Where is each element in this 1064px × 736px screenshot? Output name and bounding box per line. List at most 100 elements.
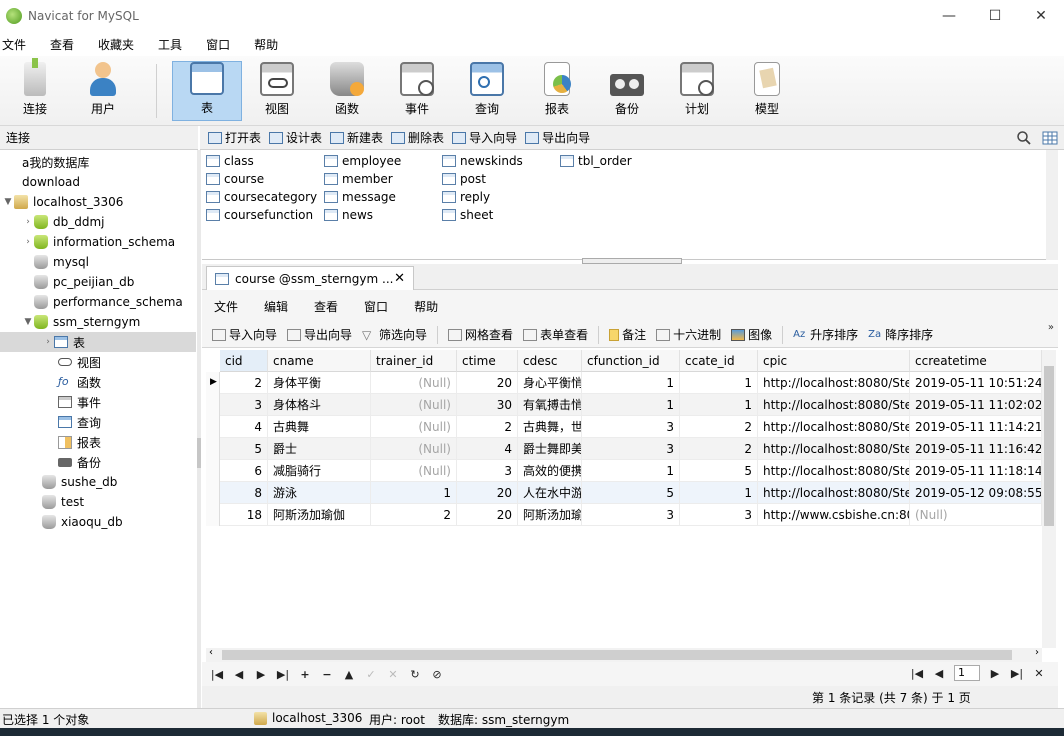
grid-cell-cdesc[interactable]: 有氧搏击悄 <box>518 394 582 416</box>
grid-cell-ccreatetime[interactable]: 2019-05-11 10:51:24 <box>910 372 1042 394</box>
grid-cell-ccate-id[interactable]: 1 <box>680 372 758 394</box>
scrollbar-thumb[interactable] <box>1044 366 1054 526</box>
tree-item-db-ddmj[interactable]: › db_ddmj <box>22 212 105 232</box>
row-indicator[interactable]: ▶ <box>206 372 220 394</box>
grid-cell-cid[interactable]: 4 <box>220 416 268 438</box>
new-table-button[interactable]: 新建表 <box>330 129 383 146</box>
grid-cell-cid[interactable]: 2 <box>220 372 268 394</box>
column-header-trainer-id[interactable]: trainer_id <box>371 350 457 372</box>
grid-cell-cpic[interactable]: http://localhost:8080/Ster <box>758 416 910 438</box>
tree-item-information-schema[interactable]: › information_schema <box>22 232 175 252</box>
toolbar-query-button[interactable]: 查询 <box>452 61 522 121</box>
tree-item-queries[interactable]: 查询 <box>58 412 101 432</box>
grid-cell-trainer-id[interactable]: (Null) <box>371 460 457 482</box>
grid-cell-cpic[interactable]: http://localhost:8080/Ster <box>758 372 910 394</box>
tree-item-reports[interactable]: 报表 <box>58 432 101 452</box>
grid-view-button[interactable]: 网格查看 <box>448 326 513 343</box>
grid-cell-ccreatetime[interactable]: 2019-05-11 11:02:02 <box>910 394 1042 416</box>
menu-tools[interactable]: 工具 <box>158 36 194 53</box>
grid-cell-cpic[interactable]: http://www.csbishe.cn:80C <box>758 504 910 526</box>
export-wizard-button[interactable]: 导出向导 <box>287 326 352 343</box>
grid-cell-cfunction-id[interactable]: 1 <box>582 460 680 482</box>
menu-window[interactable]: 窗口 <box>206 36 242 53</box>
grid-cell-cname[interactable]: 身体格斗 <box>268 394 371 416</box>
column-header-cname[interactable]: cname <box>268 350 371 372</box>
grid-cell-cdesc[interactable]: 阿斯汤加瑜 <box>518 504 582 526</box>
first-record-icon[interactable]: |◀ <box>206 668 228 681</box>
grid-cell-cname[interactable]: 古典舞 <box>268 416 371 438</box>
next-page-icon[interactable]: ▶ <box>984 667 1006 680</box>
table-item-message[interactable]: message <box>324 188 396 206</box>
grid-cell-ccreatetime[interactable]: 2019-05-11 11:14:21 <box>910 416 1042 438</box>
column-header-cid[interactable]: cid <box>220 350 268 372</box>
tab-close-icon[interactable]: ✕ <box>394 271 405 286</box>
grid-cell-cdesc[interactable]: 身心平衡悄 <box>518 372 582 394</box>
toolbar-schedule-button[interactable]: 计划 <box>662 61 732 121</box>
close-button[interactable]: ✕ <box>1018 0 1064 32</box>
column-header-cdesc[interactable]: cdesc <box>518 350 582 372</box>
tree-item-localhost-3306[interactable]: ▼ localhost_3306 <box>2 192 123 212</box>
add-record-icon[interactable]: + <box>294 668 316 681</box>
column-header-cpic[interactable]: cpic <box>758 350 910 372</box>
column-header-ctime[interactable]: ctime <box>457 350 518 372</box>
grid-cell-trainer-id[interactable]: (Null) <box>371 394 457 416</box>
grid-cell-ccate-id[interactable]: 5 <box>680 460 758 482</box>
sidebar-splitter[interactable] <box>197 150 201 708</box>
form-view-button[interactable]: 表单查看 <box>523 326 588 343</box>
delete-record-icon[interactable]: − <box>316 668 338 681</box>
export-wizard-button[interactable]: 导出向导 <box>525 129 590 146</box>
table-item-newskinds[interactable]: newskinds <box>442 152 523 170</box>
grid-cell-cid[interactable]: 5 <box>220 438 268 460</box>
grid-view-icon[interactable] <box>1042 130 1058 146</box>
stop-icon[interactable]: ⊘ <box>426 668 448 681</box>
toolbar-event-button[interactable]: 事件 <box>382 61 452 121</box>
menu-view[interactable]: 查看 <box>50 36 86 53</box>
grid-cell-cdesc[interactable]: 高效的便携 <box>518 460 582 482</box>
image-button[interactable]: 图像 <box>731 326 772 343</box>
grid-cell-ccate-id[interactable]: 2 <box>680 438 758 460</box>
filter-wizard-button[interactable]: ▽ 筛选向导 <box>362 326 427 343</box>
sort-desc-button[interactable]: Za 降序排序 <box>868 326 933 343</box>
editor-menu-window[interactable]: 窗口 <box>364 298 388 315</box>
first-page-icon[interactable]: |◀ <box>906 667 928 680</box>
grid-vertical-scrollbar[interactable] <box>1042 350 1056 648</box>
chevron-right-icon[interactable]: › <box>22 217 34 227</box>
grid-cell-ctime[interactable]: 2 <box>457 416 518 438</box>
grid-cell-cid[interactable]: 18 <box>220 504 268 526</box>
grid-cell-cname[interactable]: 阿斯汤加瑜伽 <box>268 504 371 526</box>
chevron-right-icon[interactable]: › <box>22 237 34 247</box>
tree-item-backups[interactable]: 备份 <box>58 452 101 472</box>
grid-cell-cpic[interactable]: http://localhost:8080/Ster <box>758 394 910 416</box>
tree-item-pc-peijian-db[interactable]: pc_peijian_db <box>34 272 134 292</box>
last-record-icon[interactable]: ▶| <box>272 668 294 681</box>
menu-file[interactable]: 文件 <box>2 36 38 53</box>
toolbar-view-button[interactable]: 视图 <box>242 61 312 121</box>
grid-cell-trainer-id[interactable]: 2 <box>371 504 457 526</box>
tree-item-ssm-sterngym[interactable]: ▼ ssm_sterngym <box>22 312 140 332</box>
editor-menu-file[interactable]: 文件 <box>214 298 238 315</box>
row-indicator[interactable] <box>206 438 220 460</box>
tree-item-xiaoqu-db[interactable]: xiaoqu_db <box>42 512 123 532</box>
column-header-cfunction-id[interactable]: cfunction_id <box>582 350 680 372</box>
grid-cell-trainer-id[interactable]: (Null) <box>371 438 457 460</box>
page-settings-icon[interactable]: ✕ <box>1028 667 1050 680</box>
grid-cell-cfunction-id[interactable]: 5 <box>582 482 680 504</box>
grid-cell-cfunction-id[interactable]: 3 <box>582 504 680 526</box>
tree-item-test[interactable]: test <box>42 492 84 512</box>
table-item-reply[interactable]: reply <box>442 188 490 206</box>
grid-cell-cfunction-id[interactable]: 1 <box>582 372 680 394</box>
toolbar-model-button[interactable]: 模型 <box>732 61 802 121</box>
grid-cell-cfunction-id[interactable]: 1 <box>582 394 680 416</box>
minimize-button[interactable]: — <box>926 0 972 32</box>
table-item-coursefunction[interactable]: coursefunction <box>206 206 313 224</box>
row-indicator[interactable] <box>206 416 220 438</box>
grid-cell-ccreatetime[interactable]: 2019-05-12 09:08:55 <box>910 482 1042 504</box>
splitter-grip[interactable] <box>197 438 201 468</box>
tree-item-tables[interactable]: › 表 <box>42 332 85 352</box>
delete-table-button[interactable]: 删除表 <box>391 129 444 146</box>
column-header-ccate-id[interactable]: ccate_id <box>680 350 758 372</box>
toolbar-report-button[interactable]: 报表 <box>522 61 592 121</box>
grid-cell-cdesc[interactable]: 古典舞，世 <box>518 416 582 438</box>
grid-cell-cdesc[interactable]: 爵士舞即美 <box>518 438 582 460</box>
grid-cell-ctime[interactable]: 20 <box>457 372 518 394</box>
